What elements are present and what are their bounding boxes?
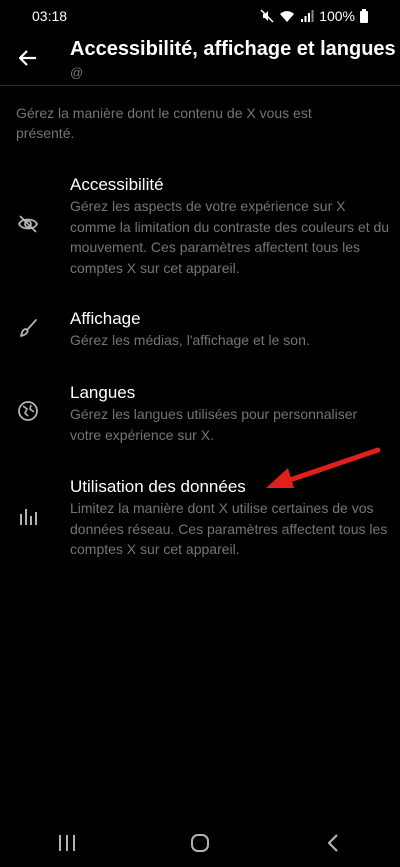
globe-icon <box>16 399 40 423</box>
item-title: Accessibilité <box>70 175 164 194</box>
item-title: Langues <box>70 383 136 402</box>
item-description: Gérez les langues utilisées pour personn… <box>70 406 358 443</box>
wifi-icon <box>280 11 295 22</box>
battery-icon <box>360 9 368 23</box>
eye-slash-icon <box>16 212 40 236</box>
home-button[interactable] <box>180 823 220 863</box>
settings-item-languages[interactable]: Langues Gérez les langues utilisées pour… <box>0 378 400 444</box>
recents-button[interactable] <box>47 823 87 863</box>
signal-icon <box>301 10 314 22</box>
account-handle: @ <box>70 65 84 80</box>
system-nav-bar <box>0 819 400 867</box>
settings-item-display[interactable]: Affichage Gérez les médias, l'affichage … <box>0 304 400 354</box>
item-description: Limitez la manière dont X utilise certai… <box>70 500 388 557</box>
page-title: Accessibilité, affichage et langues <box>70 38 396 60</box>
home-icon <box>190 834 209 852</box>
page-header: Accessibilité, affichage et langues @ <box>0 32 400 86</box>
recents-icon <box>58 835 75 851</box>
status-bar: 03:18 100% <box>0 0 400 32</box>
bar-chart-icon <box>16 504 40 528</box>
mute-icon <box>260 9 274 23</box>
intro-text: Gérez la manière dont le contenu de X vo… <box>16 105 312 141</box>
settings-item-accessibility[interactable]: Accessibilité Gérez les aspects de votre… <box>0 170 400 282</box>
item-description: Gérez les médias, l'affichage et le son. <box>70 332 310 348</box>
item-description: Gérez les aspects de votre expérience su… <box>70 198 390 276</box>
chevron-left-icon <box>328 834 339 852</box>
brush-icon <box>16 316 40 340</box>
annotation-arrow <box>266 447 381 488</box>
back-button[interactable] <box>14 44 42 72</box>
battery-level: 100% <box>319 8 355 24</box>
item-title: Affichage <box>70 309 141 328</box>
status-time: 03:18 <box>32 8 68 24</box>
status-icons: 100% <box>260 8 368 24</box>
back-nav-button[interactable] <box>313 823 353 863</box>
item-title: Utilisation des données <box>70 477 246 496</box>
arrow-left-icon <box>18 50 36 66</box>
